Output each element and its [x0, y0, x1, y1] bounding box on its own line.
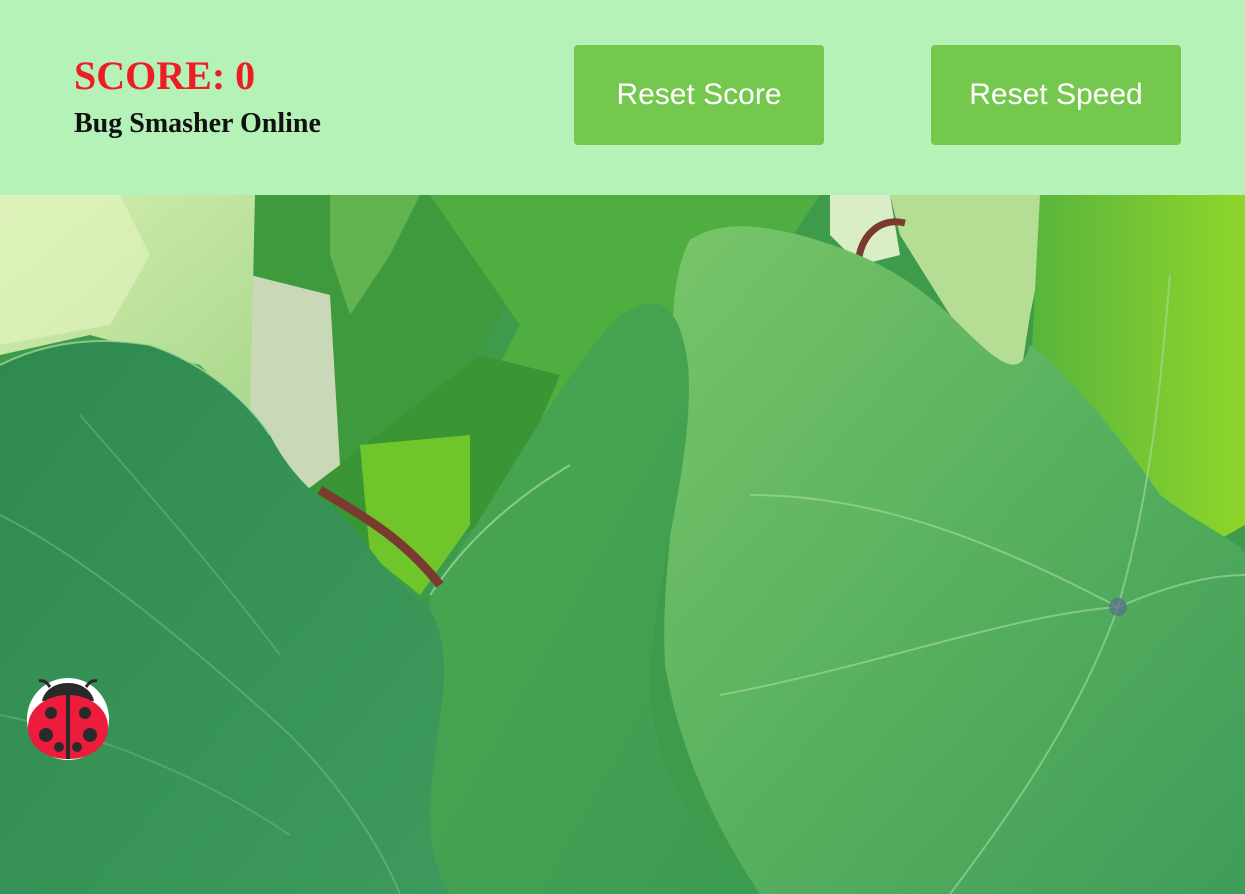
leaf-background [0, 195, 1245, 894]
game-title: Bug Smasher Online [74, 108, 321, 139]
ladybug-bug[interactable] [26, 677, 110, 761]
reset-score-button[interactable]: Reset Score [574, 45, 824, 145]
game-field [0, 195, 1245, 894]
game-header: SCORE: 0 Bug Smasher Online Reset Score … [0, 0, 1245, 195]
reset-speed-button[interactable]: Reset Speed [931, 45, 1181, 145]
score-display: SCORE: 0 [74, 53, 256, 98]
